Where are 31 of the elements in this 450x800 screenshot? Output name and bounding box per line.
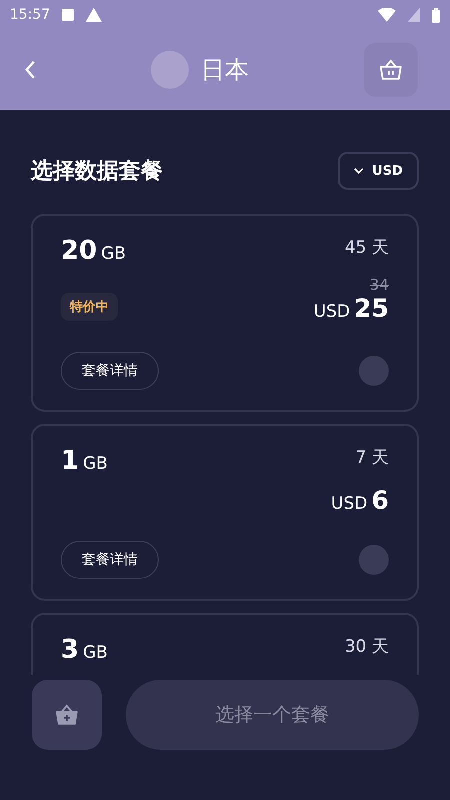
wifi-icon [378,8,396,22]
back-icon[interactable] [24,60,36,80]
plan-data-amount: 1 GB [61,446,108,476]
plan-price: USD 6 [331,486,389,515]
details-button[interactable]: 套餐详情 [61,541,159,579]
sale-badge: 特价中 [61,293,118,321]
page-title: 日本 [201,55,249,86]
plan-duration: 45 天 [344,237,389,259]
plan-data-amount: 3 GB [61,635,108,665]
plan-duration: 7 天 [356,447,389,469]
battery-icon [432,8,440,22]
basket-icon [55,704,79,726]
plan-data-amount: 20 GB [61,236,126,266]
section-title: 选择数据套餐 [31,158,163,186]
plan-card[interactable]: 20 GB 45 天 特价中 34 USD 25 套餐详情 [31,214,419,412]
radio-button[interactable] [359,356,389,386]
signal-icon [408,8,420,22]
currency-dropdown[interactable]: USD [338,152,419,190]
plan-card[interactable]: 1 GB 7 天 USD 6 套餐详情 [31,424,419,601]
basket-icon [379,59,403,81]
status-time: 15:57 [10,7,50,23]
plan-price: USD 25 [314,294,389,323]
basket-button[interactable] [364,43,418,97]
original-price: 34 [370,276,389,294]
plan-duration: 30 天 [344,636,389,658]
warning-icon [86,8,102,22]
details-button[interactable]: 套餐详情 [61,352,159,390]
add-to-basket-button[interactable] [32,680,102,750]
radio-button[interactable] [359,545,389,575]
flag-icon [151,51,189,89]
chevron-down-icon [354,168,364,174]
